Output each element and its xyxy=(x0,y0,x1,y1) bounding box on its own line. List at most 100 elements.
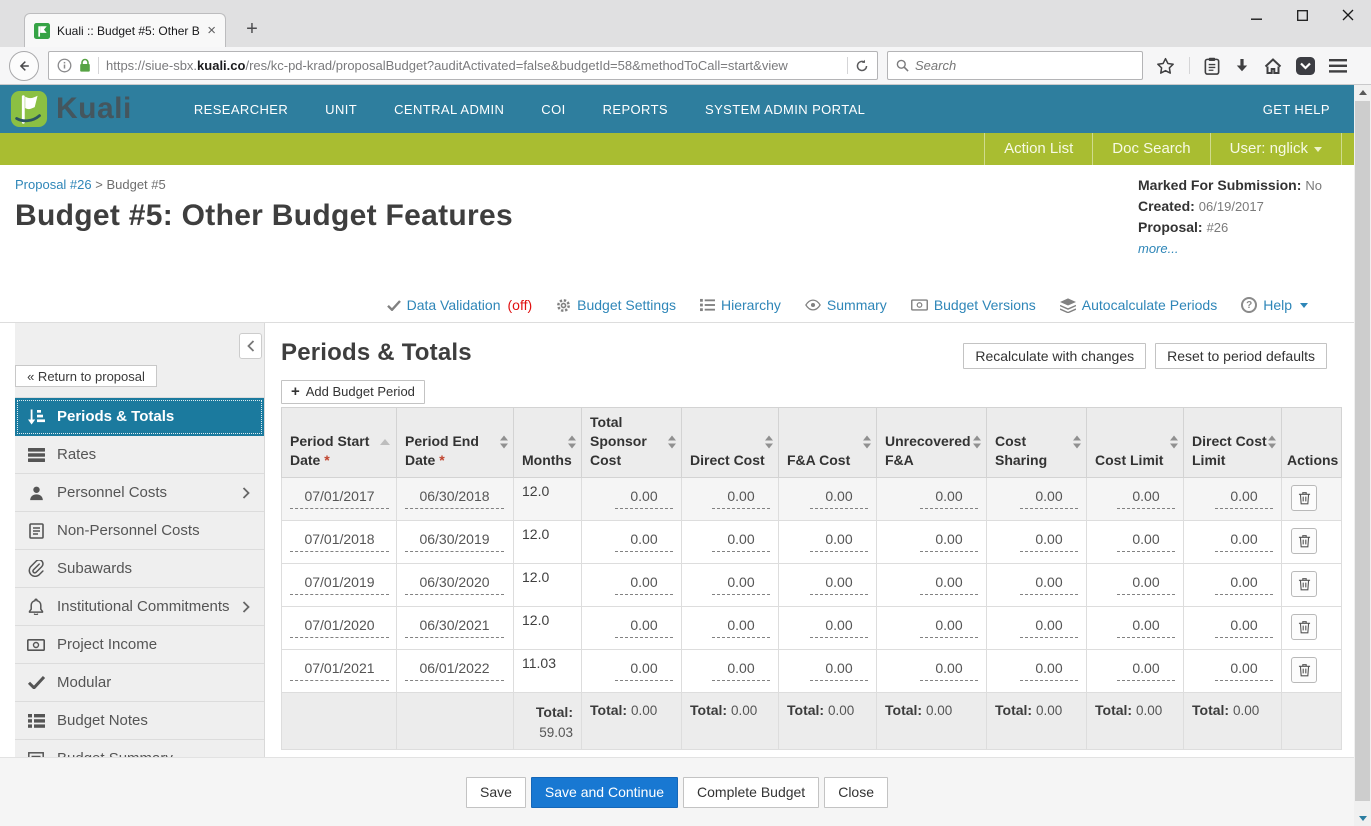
minimize-button[interactable] xyxy=(1233,0,1279,30)
cost-field[interactable]: 0.00 xyxy=(1117,488,1175,509)
cost-field[interactable]: 0.00 xyxy=(1020,660,1078,681)
nav-system-admin-portal[interactable]: SYSTEM ADMIN PORTAL xyxy=(705,102,865,117)
url-bar[interactable]: https://siue-sbx.kuali.co/res/kc-pd-krad… xyxy=(48,51,878,80)
cost-field[interactable]: 0.00 xyxy=(712,531,770,552)
column-header-total-sponsor-cost[interactable]: Total Sponsor Cost xyxy=(582,408,682,478)
cost-field[interactable]: 0.00 xyxy=(1215,574,1273,595)
period-end-field[interactable]: 06/30/2020 xyxy=(405,574,504,595)
cost-field[interactable]: 0.00 xyxy=(1117,660,1175,681)
cost-field[interactable]: 0.00 xyxy=(615,574,673,595)
meta-more-link[interactable]: more... xyxy=(1138,241,1338,256)
scroll-down-arrow-icon[interactable] xyxy=(1354,811,1371,826)
back-button[interactable] xyxy=(9,51,39,81)
sidebar-item-non-personnel-costs[interactable]: Non-Personnel Costs xyxy=(15,512,264,550)
cost-field[interactable]: 0.00 xyxy=(810,574,868,595)
cost-field[interactable]: 0.00 xyxy=(920,660,978,681)
cost-field[interactable]: 0.00 xyxy=(615,660,673,681)
save-and-continue-button[interactable]: Save and Continue xyxy=(531,777,678,808)
cost-field[interactable]: 0.00 xyxy=(712,617,770,638)
delete-period-button[interactable] xyxy=(1291,614,1317,640)
cost-field[interactable]: 0.00 xyxy=(1117,531,1175,552)
reload-icon[interactable] xyxy=(855,59,869,73)
cost-field[interactable]: 0.00 xyxy=(920,488,978,509)
cost-field[interactable]: 0.00 xyxy=(1020,531,1078,552)
cost-field[interactable]: 0.00 xyxy=(1117,617,1175,638)
cost-field[interactable]: 0.00 xyxy=(1020,617,1078,638)
cost-field[interactable]: 0.00 xyxy=(810,488,868,509)
search-box[interactable] xyxy=(887,51,1143,80)
action-list-link[interactable]: Action List xyxy=(984,133,1092,165)
close-budget-button[interactable]: Close xyxy=(824,777,888,808)
cost-field[interactable]: 0.00 xyxy=(920,574,978,595)
summary-link[interactable]: Summary xyxy=(805,297,887,313)
period-end-field[interactable]: 06/30/2018 xyxy=(405,488,504,509)
user-menu[interactable]: User: nglick xyxy=(1210,133,1342,165)
bookmarks-clipboard-icon[interactable] xyxy=(1204,57,1220,75)
period-start-field[interactable]: 07/01/2017 xyxy=(290,488,389,509)
cost-field[interactable]: 0.00 xyxy=(1020,488,1078,509)
nav-coi[interactable]: COI xyxy=(541,102,565,117)
cost-field[interactable]: 0.00 xyxy=(1020,574,1078,595)
scroll-up-arrow-icon[interactable] xyxy=(1354,85,1371,100)
sidebar-item-personnel-costs[interactable]: Personnel Costs xyxy=(15,474,264,512)
cost-field[interactable]: 0.00 xyxy=(615,617,673,638)
autocalculate-periods-link[interactable]: Autocalculate Periods xyxy=(1060,297,1217,313)
cost-field[interactable]: 0.00 xyxy=(712,660,770,681)
cost-field[interactable]: 0.00 xyxy=(1215,660,1273,681)
delete-period-button[interactable] xyxy=(1291,571,1317,597)
scrollbar-thumb[interactable] xyxy=(1355,101,1370,801)
nav-central-admin[interactable]: CENTRAL ADMIN xyxy=(394,102,504,117)
sidebar-item-subawards[interactable]: Subawards xyxy=(15,550,264,588)
delete-period-button[interactable] xyxy=(1291,485,1317,511)
column-header-period-end-date[interactable]: Period End Date * xyxy=(397,408,514,478)
sidebar-item-rates[interactable]: Rates xyxy=(15,436,264,474)
cost-field[interactable]: 0.00 xyxy=(810,531,868,552)
tab-close-icon[interactable]: × xyxy=(207,23,216,38)
period-start-field[interactable]: 07/01/2020 xyxy=(290,617,389,638)
breadcrumb-proposal-link[interactable]: Proposal #26 xyxy=(15,177,92,192)
sidebar-item-project-income[interactable]: Project Income xyxy=(15,626,264,664)
info-icon[interactable] xyxy=(57,58,72,73)
period-start-field[interactable]: 07/01/2021 xyxy=(290,660,389,681)
browser-tab[interactable]: Kuali :: Budget #5: Other Bud × xyxy=(24,13,226,47)
nav-unit[interactable]: UNIT xyxy=(325,102,357,117)
cost-field[interactable]: 0.00 xyxy=(712,574,770,595)
lock-icon[interactable] xyxy=(79,58,91,73)
period-end-field[interactable]: 06/01/2022 xyxy=(405,660,504,681)
page-scrollbar[interactable] xyxy=(1354,85,1371,826)
hierarchy-link[interactable]: Hierarchy xyxy=(700,297,781,313)
period-start-field[interactable]: 07/01/2018 xyxy=(290,531,389,552)
save-button[interactable]: Save xyxy=(466,777,526,808)
add-budget-period-button[interactable]: +Add Budget Period xyxy=(281,380,425,404)
close-button[interactable] xyxy=(1325,0,1371,30)
help-menu[interactable]: ? Help xyxy=(1241,297,1308,313)
return-to-proposal-button[interactable]: « Return to proposal xyxy=(15,365,157,387)
sidebar-item-budget-notes[interactable]: Budget Notes xyxy=(15,702,264,740)
sidebar-collapse-button[interactable] xyxy=(239,333,262,359)
sidebar-item-budget-summary[interactable]: Budget Summary xyxy=(15,740,264,757)
data-validation-link[interactable]: Data Validation (off) xyxy=(387,297,533,313)
reset-defaults-button[interactable]: Reset to period defaults xyxy=(1155,343,1327,369)
cost-field[interactable]: 0.00 xyxy=(920,617,978,638)
cost-field[interactable]: 0.00 xyxy=(615,488,673,509)
nav-reports[interactable]: REPORTS xyxy=(603,102,668,117)
delete-period-button[interactable] xyxy=(1291,657,1317,683)
column-header-f-a-cost[interactable]: F&A Cost xyxy=(779,408,877,478)
sidebar-item-institutional-commitments[interactable]: Institutional Commitments xyxy=(15,588,264,626)
search-input[interactable] xyxy=(915,58,1134,73)
cost-field[interactable]: 0.00 xyxy=(920,531,978,552)
kuali-logo[interactable] xyxy=(10,90,48,128)
column-header-direct-cost-limit[interactable]: Direct Cost Limit xyxy=(1184,408,1282,478)
maximize-button[interactable] xyxy=(1279,0,1325,30)
cost-field[interactable]: 0.00 xyxy=(712,488,770,509)
new-tab-button[interactable]: + xyxy=(238,18,266,41)
column-header-unrecovered-f-a[interactable]: Unrecovered F&A xyxy=(877,408,987,478)
cost-field[interactable]: 0.00 xyxy=(1215,531,1273,552)
bookmark-star-icon[interactable] xyxy=(1156,57,1175,75)
budget-settings-link[interactable]: Budget Settings xyxy=(556,297,676,313)
complete-budget-button[interactable]: Complete Budget xyxy=(683,777,819,808)
cost-field[interactable]: 0.00 xyxy=(1215,617,1273,638)
period-end-field[interactable]: 06/30/2021 xyxy=(405,617,504,638)
column-header-cost-limit[interactable]: Cost Limit xyxy=(1087,408,1184,478)
column-header-months[interactable]: Months xyxy=(514,408,582,478)
